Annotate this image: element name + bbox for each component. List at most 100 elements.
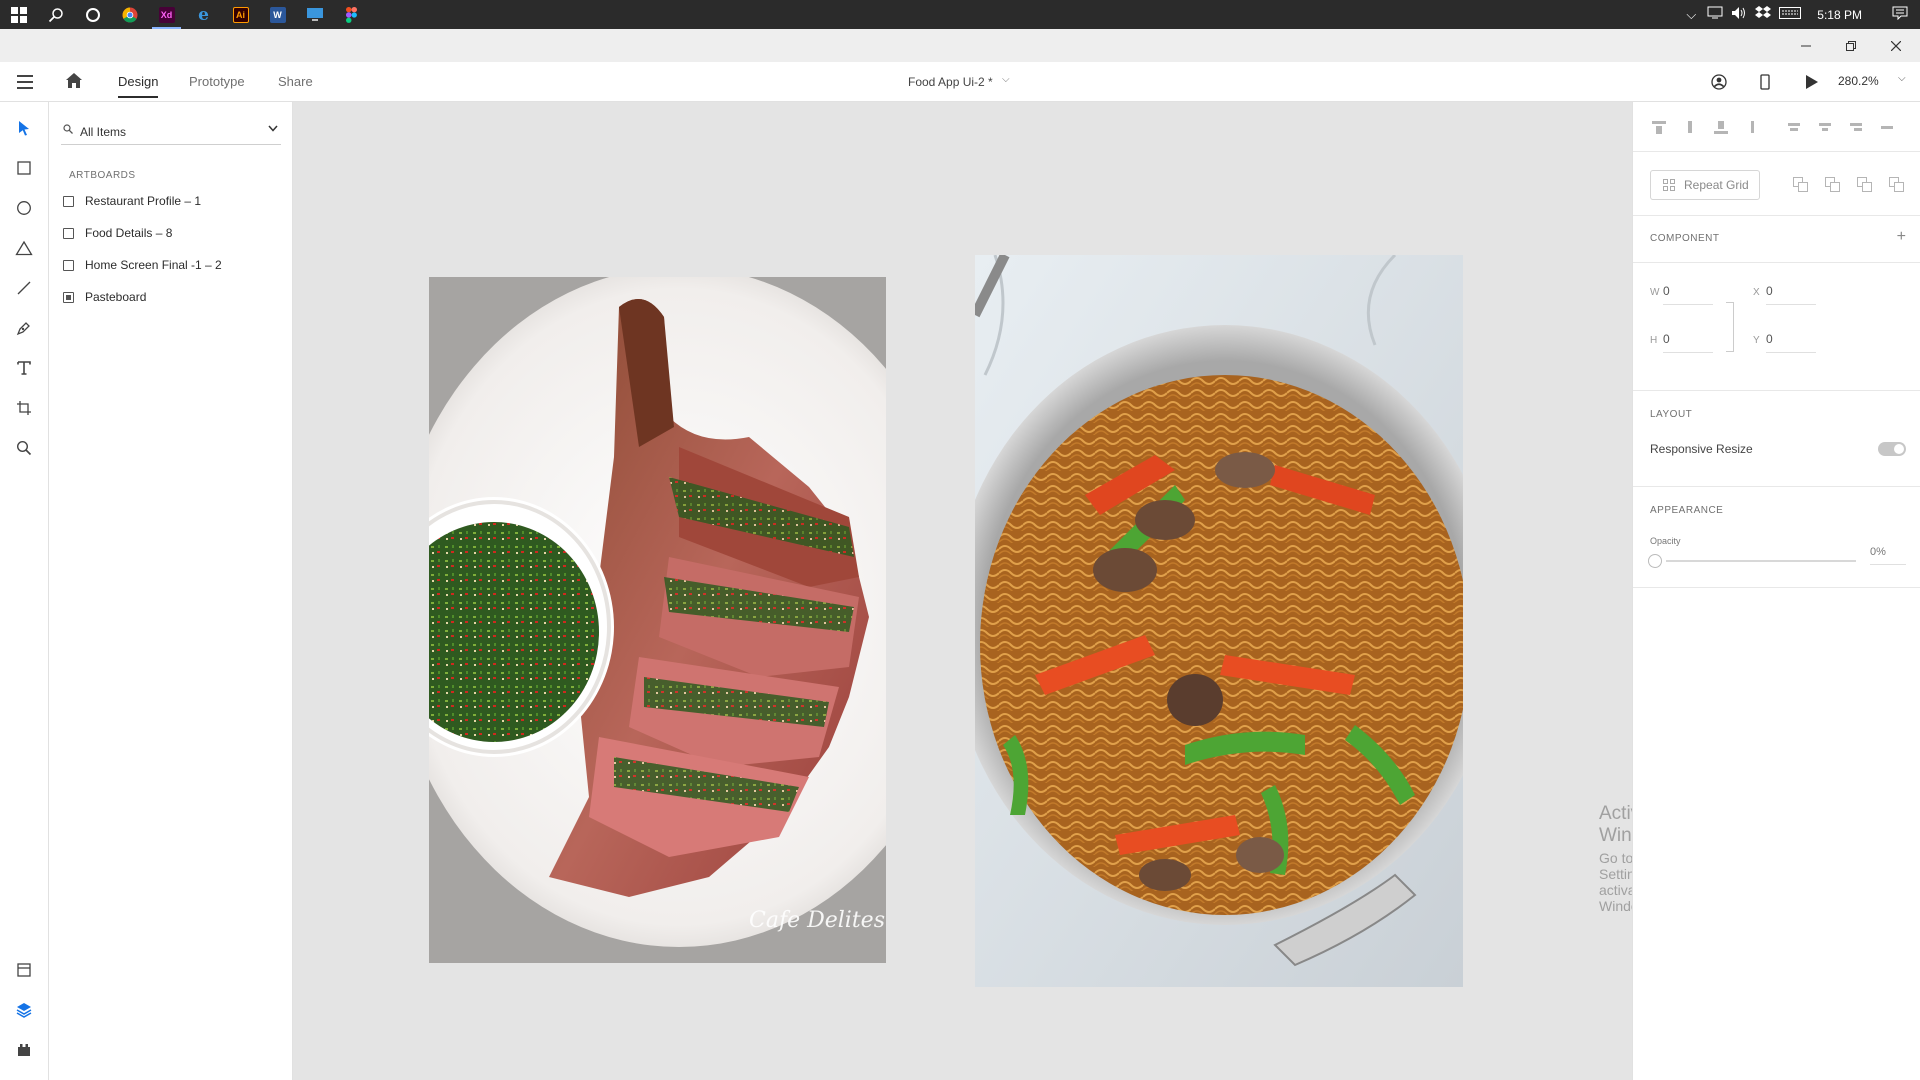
width-label: W <box>1650 287 1660 298</box>
steak-image[interactable]: Cafe Delites <box>429 277 886 963</box>
desktop-icon[interactable] <box>296 0 333 29</box>
alignment-toolbar <box>1633 102 1920 152</box>
distribute-vertical-icon[interactable] <box>1878 118 1896 136</box>
property-inspector: Repeat Grid COMPONENT + W 0 X 0 H 0 Y 0 … <box>1632 102 1920 1080</box>
chevron-down-icon[interactable] <box>267 122 279 137</box>
layer-item-label: Pasteboard <box>85 290 147 304</box>
pen-tool-icon[interactable] <box>12 316 36 340</box>
system-tray: ⌵ 5:18 PM <box>1679 0 1920 29</box>
layer-item-food-details[interactable]: Food Details – 8 <box>61 222 281 244</box>
restore-icon[interactable] <box>1835 29 1867 62</box>
windows-start-icon[interactable] <box>0 0 37 29</box>
assets-icon[interactable] <box>12 958 36 982</box>
play-icon[interactable] <box>1801 72 1821 92</box>
document-title[interactable]: Food App Ui-2 * <box>908 75 993 89</box>
align-center-icon[interactable] <box>1816 118 1834 136</box>
ellipse-tool-icon[interactable] <box>12 196 36 220</box>
design-canvas[interactable]: Cafe Delites Go to Settings activate Win… <box>293 102 1676 1080</box>
layer-item-restaurant-profile[interactable]: Restaurant Profile – 1 <box>61 190 281 212</box>
notifications-icon[interactable] <box>1880 6 1920 23</box>
artboard-icon <box>63 227 74 239</box>
layers-icon[interactable] <box>12 998 36 1022</box>
illustrator-icon[interactable]: Ai <box>222 0 259 29</box>
layers-panel: All Items ARTBOARDS Restaurant Profile –… <box>49 102 293 1080</box>
hamburger-menu-icon[interactable] <box>13 73 37 91</box>
plugins-icon[interactable] <box>12 1038 36 1062</box>
tab-design[interactable]: Design <box>118 74 159 98</box>
figma-icon[interactable] <box>333 0 370 29</box>
text-tool-icon[interactable] <box>12 356 36 380</box>
user-share-icon[interactable] <box>1709 72 1729 92</box>
repeat-grid-icon <box>1663 179 1675 191</box>
opacity-label: Opacity <box>1650 536 1681 546</box>
chevron-down-icon[interactable]: ⌵ <box>1002 74 1010 85</box>
layer-item-label: Food Details – 8 <box>85 226 173 240</box>
y-field[interactable]: 0 <box>1766 332 1816 353</box>
align-middle-icon[interactable] <box>1681 118 1699 136</box>
height-field[interactable]: 0 <box>1663 332 1713 353</box>
subtract-boolean-icon[interactable] <box>1825 177 1841 193</box>
noodles-image[interactable] <box>975 255 1463 987</box>
opacity-field[interactable]: 0% <box>1870 546 1906 565</box>
tab-prototype[interactable]: Prototype <box>189 74 245 96</box>
polygon-tool-icon[interactable] <box>12 236 36 260</box>
add-boolean-icon[interactable] <box>1793 177 1809 193</box>
artboard-icon <box>63 195 74 207</box>
tab-share[interactable]: Share <box>278 74 313 96</box>
rectangle-tool-icon[interactable] <box>12 156 36 180</box>
divider <box>1633 587 1920 588</box>
device-preview-icon[interactable] <box>1755 72 1775 92</box>
align-top-icon[interactable] <box>1650 118 1668 136</box>
close-icon[interactable] <box>1880 29 1912 62</box>
network-icon[interactable] <box>1703 6 1727 23</box>
app-header: Design Prototype Share Food App Ui-2 * ⌵… <box>0 62 1920 102</box>
keyboard-icon[interactable] <box>1775 7 1805 22</box>
x-label: X <box>1753 287 1760 298</box>
intersect-boolean-icon[interactable] <box>1857 177 1873 193</box>
appearance-section-label: APPEARANCE <box>1650 505 1724 516</box>
align-left-icon[interactable] <box>1785 118 1803 136</box>
repeat-grid-button[interactable]: Repeat Grid <box>1650 170 1760 200</box>
opacity-slider-track[interactable] <box>1666 560 1856 562</box>
x-field[interactable]: 0 <box>1766 284 1816 305</box>
cortana-icon[interactable] <box>74 0 111 29</box>
layers-filter-label: All Items <box>80 125 127 139</box>
artboards-section-label: ARTBOARDS <box>69 170 136 181</box>
chrome-icon[interactable] <box>111 0 148 29</box>
windows-taskbar: Xd e Ai W ⌵ 5:18 PM <box>0 0 1920 29</box>
edge-icon[interactable]: e <box>185 0 222 29</box>
artboard-icon <box>63 259 74 271</box>
layer-item-home-screen[interactable]: Home Screen Final -1 – 2 <box>61 254 281 276</box>
exclude-boolean-icon[interactable] <box>1889 177 1905 193</box>
opacity-slider-handle[interactable] <box>1648 554 1662 568</box>
layer-item-pasteboard[interactable]: Pasteboard <box>61 286 281 308</box>
adobe-xd-icon[interactable]: Xd <box>148 0 185 29</box>
photo-signature: Cafe Delites <box>749 908 885 933</box>
aspect-lock-icon[interactable] <box>1726 302 1734 352</box>
layout-section-label: LAYOUT <box>1650 409 1693 420</box>
zoom-tool-icon[interactable] <box>12 436 36 460</box>
artboard-tool-icon[interactable] <box>12 396 36 420</box>
height-label: H <box>1650 335 1658 346</box>
minimize-icon[interactable] <box>1790 29 1822 62</box>
dropbox-icon[interactable] <box>1751 6 1775 23</box>
chevron-up-icon[interactable]: ⌵ <box>1679 7 1703 23</box>
layers-filter-dropdown[interactable]: All Items <box>61 119 281 145</box>
align-bottom-icon[interactable] <box>1712 118 1730 136</box>
search-icon[interactable] <box>37 0 74 29</box>
zoom-level[interactable]: 280.2% <box>1838 74 1879 88</box>
home-icon[interactable] <box>64 71 86 93</box>
layer-item-label: Restaurant Profile – 1 <box>85 194 202 208</box>
volume-icon[interactable] <box>1727 6 1751 23</box>
distribute-horizontal-icon[interactable] <box>1743 118 1761 136</box>
align-right-icon[interactable] <box>1847 118 1865 136</box>
add-component-icon[interactable]: + <box>1897 228 1906 246</box>
repeat-grid-label: Repeat Grid <box>1684 178 1749 192</box>
line-tool-icon[interactable] <box>12 276 36 300</box>
width-field[interactable]: 0 <box>1663 284 1713 305</box>
word-icon[interactable]: W <box>259 0 296 29</box>
select-tool-icon[interactable] <box>12 116 36 140</box>
zoom-chevron-down-icon[interactable]: ⌵ <box>1898 73 1906 84</box>
responsive-resize-toggle[interactable] <box>1878 442 1906 456</box>
system-clock[interactable]: 5:18 PM <box>1805 8 1880 22</box>
